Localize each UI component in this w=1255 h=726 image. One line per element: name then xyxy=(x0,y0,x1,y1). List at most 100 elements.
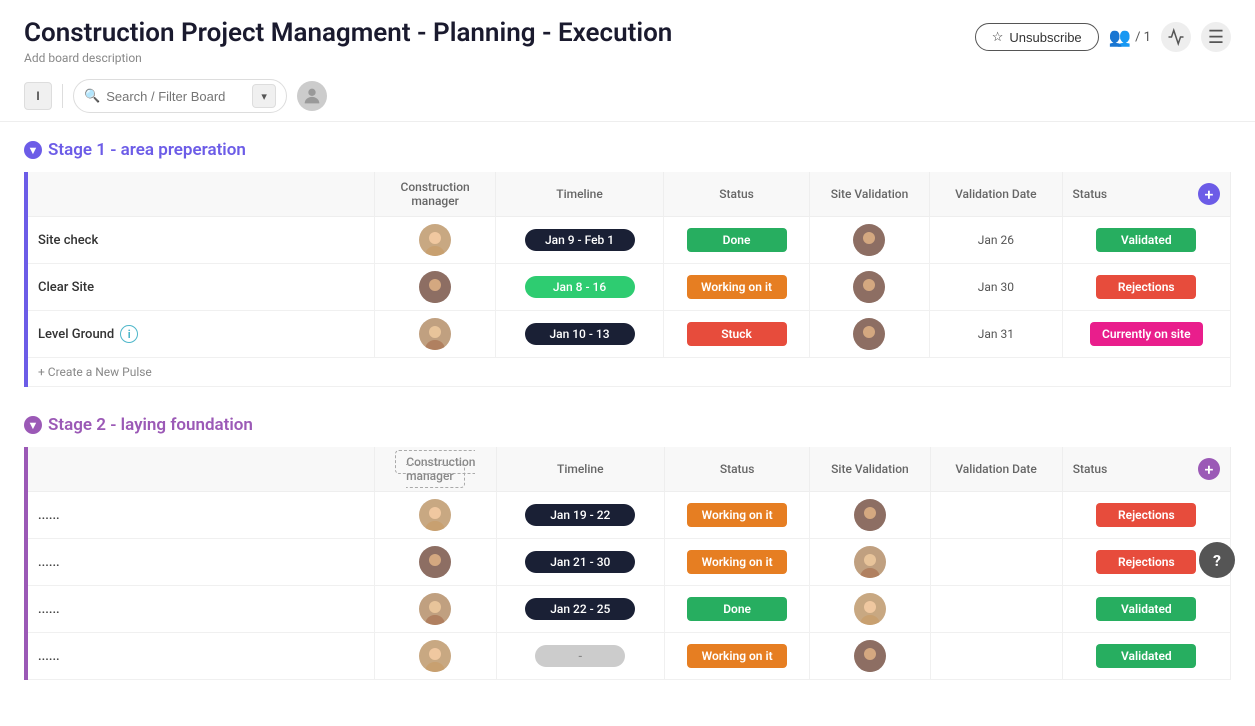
avatar xyxy=(853,271,885,303)
row-status2-cell[interactable]: Validated xyxy=(1062,586,1230,633)
stage1-table: Construction manager Timeline Status Sit… xyxy=(24,172,1231,387)
row-timeline-cell: Jan 9 - Feb 1 xyxy=(495,217,663,264)
col2-header-site-validation: Site Validation xyxy=(810,447,930,492)
row-status-cell[interactable]: Working on it xyxy=(664,539,809,586)
table-row: ...... - Working on it Validated xyxy=(26,633,1231,680)
row-timeline-cell: Jan 8 - 16 xyxy=(495,264,663,311)
row-timeline-cell: Jan 10 - 13 xyxy=(495,311,663,358)
search-icon: 🔍 xyxy=(84,89,100,104)
row-site-validation-cell xyxy=(809,264,929,311)
col-header-timeline: Timeline xyxy=(495,172,663,217)
col-header-site-validation: Site Validation xyxy=(809,172,929,217)
row-validation-date-cell: Jan 30 xyxy=(930,264,1062,311)
star-icon: ☆ xyxy=(992,29,1004,45)
info-button[interactable]: I xyxy=(24,82,52,110)
col2-header-name xyxy=(26,447,375,492)
stage2-header-row: ▼ Stage 2 - laying foundation xyxy=(24,415,1231,441)
search-box: 🔍 ▾ xyxy=(73,79,287,113)
manager-dotted-label[interactable]: Construction manager xyxy=(395,450,475,488)
add-pulse-button[interactable]: + Create a New Pulse xyxy=(26,358,1231,387)
row-validation-date-cell xyxy=(930,492,1062,539)
row-manager-cell xyxy=(375,492,497,539)
unsubscribe-button[interactable]: ☆ Unsubscribe xyxy=(975,23,1099,51)
row-status-cell[interactable]: Done xyxy=(664,586,809,633)
add-column2-button[interactable]: + xyxy=(1198,458,1220,480)
row-status2-cell[interactable]: Currently on site xyxy=(1062,311,1230,358)
row-status-cell[interactable]: Working on it xyxy=(664,264,810,311)
info-badge[interactable]: i xyxy=(120,325,138,343)
row-name-cell[interactable]: ...... xyxy=(26,539,375,586)
row-timeline-cell: - xyxy=(496,633,664,680)
row-site-validation-cell xyxy=(810,539,930,586)
avatar xyxy=(419,224,451,256)
row-manager-cell xyxy=(375,586,497,633)
row-timeline-cell: Jan 22 - 25 xyxy=(496,586,664,633)
row-status-cell[interactable]: Done xyxy=(664,217,810,264)
col2-header-timeline: Timeline xyxy=(496,447,664,492)
search-dropdown-arrow[interactable]: ▾ xyxy=(252,84,276,108)
stage2-column-headers: Construction manager Timeline Status Sit… xyxy=(26,447,1231,492)
col-header-manager: Construction manager xyxy=(375,172,495,217)
user-count[interactable]: 👥 / 1 xyxy=(1109,27,1151,48)
avatar xyxy=(854,499,886,531)
main-content: ▼ Stage 1 - area preperation Constructio… xyxy=(0,122,1255,726)
row-site-validation-cell xyxy=(810,586,930,633)
row-status2-cell[interactable]: Validated xyxy=(1062,217,1230,264)
row-name-cell[interactable]: ...... xyxy=(26,586,375,633)
row-name-cell[interactable]: ...... xyxy=(26,492,375,539)
menu-icon[interactable]: ☰ xyxy=(1201,22,1231,52)
activity-icon[interactable] xyxy=(1161,22,1191,52)
table-row: Level Ground i Jan 10 - 13 Stuck Jan 31 … xyxy=(26,311,1231,358)
row-validation-date-cell xyxy=(930,633,1062,680)
col-header-validation-date: Validation Date xyxy=(930,172,1062,217)
avatar xyxy=(854,640,886,672)
page-title: Construction Project Managment - Plannin… xyxy=(24,18,672,48)
stage2-header: ▼ Stage 2 - laying foundation xyxy=(24,415,253,435)
row-manager-cell xyxy=(375,217,495,264)
row-timeline-cell: Jan 19 - 22 xyxy=(496,492,664,539)
stage2-toggle[interactable]: ▼ xyxy=(24,416,42,434)
row-site-validation-cell xyxy=(810,633,930,680)
table-row: ...... Jan 21 - 30 Working on it Rejecti… xyxy=(26,539,1231,586)
stage1-column-headers: Construction manager Timeline Status Sit… xyxy=(26,172,1231,217)
row-status-cell[interactable]: Working on it xyxy=(664,492,809,539)
board-subtitle[interactable]: Add board description xyxy=(24,51,672,65)
row-validation-date-cell: Jan 31 xyxy=(930,311,1062,358)
add-column-button[interactable]: + xyxy=(1198,183,1220,205)
avatar xyxy=(419,640,451,672)
row-site-validation-cell xyxy=(810,492,930,539)
col-header-name xyxy=(26,172,375,217)
user-avatar[interactable] xyxy=(297,81,327,111)
table-row: Clear Site Jan 8 - 16 Working on it Jan … xyxy=(26,264,1231,311)
avatar xyxy=(419,546,451,578)
row-status-cell[interactable]: Stuck xyxy=(664,311,810,358)
search-input[interactable] xyxy=(106,89,246,104)
avatar xyxy=(419,318,451,350)
stage1-section: ▼ Stage 1 - area preperation Constructio… xyxy=(24,140,1231,387)
row-status2-cell[interactable]: Rejections xyxy=(1062,264,1230,311)
stage1-toggle[interactable]: ▼ xyxy=(24,141,42,159)
col2-header-status: Status xyxy=(664,447,809,492)
header-left: Construction Project Managment - Plannin… xyxy=(24,18,672,65)
col-header-status: Status xyxy=(664,172,810,217)
row-name-cell[interactable]: Clear Site xyxy=(26,264,375,311)
row-validation-date-cell: Jan 26 xyxy=(930,217,1062,264)
header-right: ☆ Unsubscribe 👥 / 1 ☰ xyxy=(975,22,1231,52)
row-manager-cell xyxy=(375,633,497,680)
row-site-validation-cell xyxy=(809,217,929,264)
table-row: ...... Jan 19 - 22 Working on it Rejecti… xyxy=(26,492,1231,539)
stage2-title: Stage 2 - laying foundation xyxy=(48,415,253,435)
stage1-header: ▼ Stage 1 - area preperation xyxy=(24,140,246,160)
row-name-cell[interactable]: ...... xyxy=(26,633,375,680)
row-status-cell[interactable]: Working on it xyxy=(664,633,809,680)
avatar xyxy=(854,546,886,578)
help-button[interactable]: ? xyxy=(1199,542,1235,578)
row-name-cell[interactable]: Site check xyxy=(26,217,375,264)
row-status2-cell[interactable]: Rejections xyxy=(1062,492,1230,539)
col-header-status2: Status + xyxy=(1062,172,1230,217)
row-name-cell[interactable]: Level Ground i xyxy=(26,311,375,358)
row-manager-cell xyxy=(375,311,495,358)
stage2-section: ▼ Stage 2 - laying foundation Constructi… xyxy=(24,415,1231,680)
row-status2-cell[interactable]: Validated xyxy=(1062,633,1230,680)
avatar xyxy=(419,271,451,303)
